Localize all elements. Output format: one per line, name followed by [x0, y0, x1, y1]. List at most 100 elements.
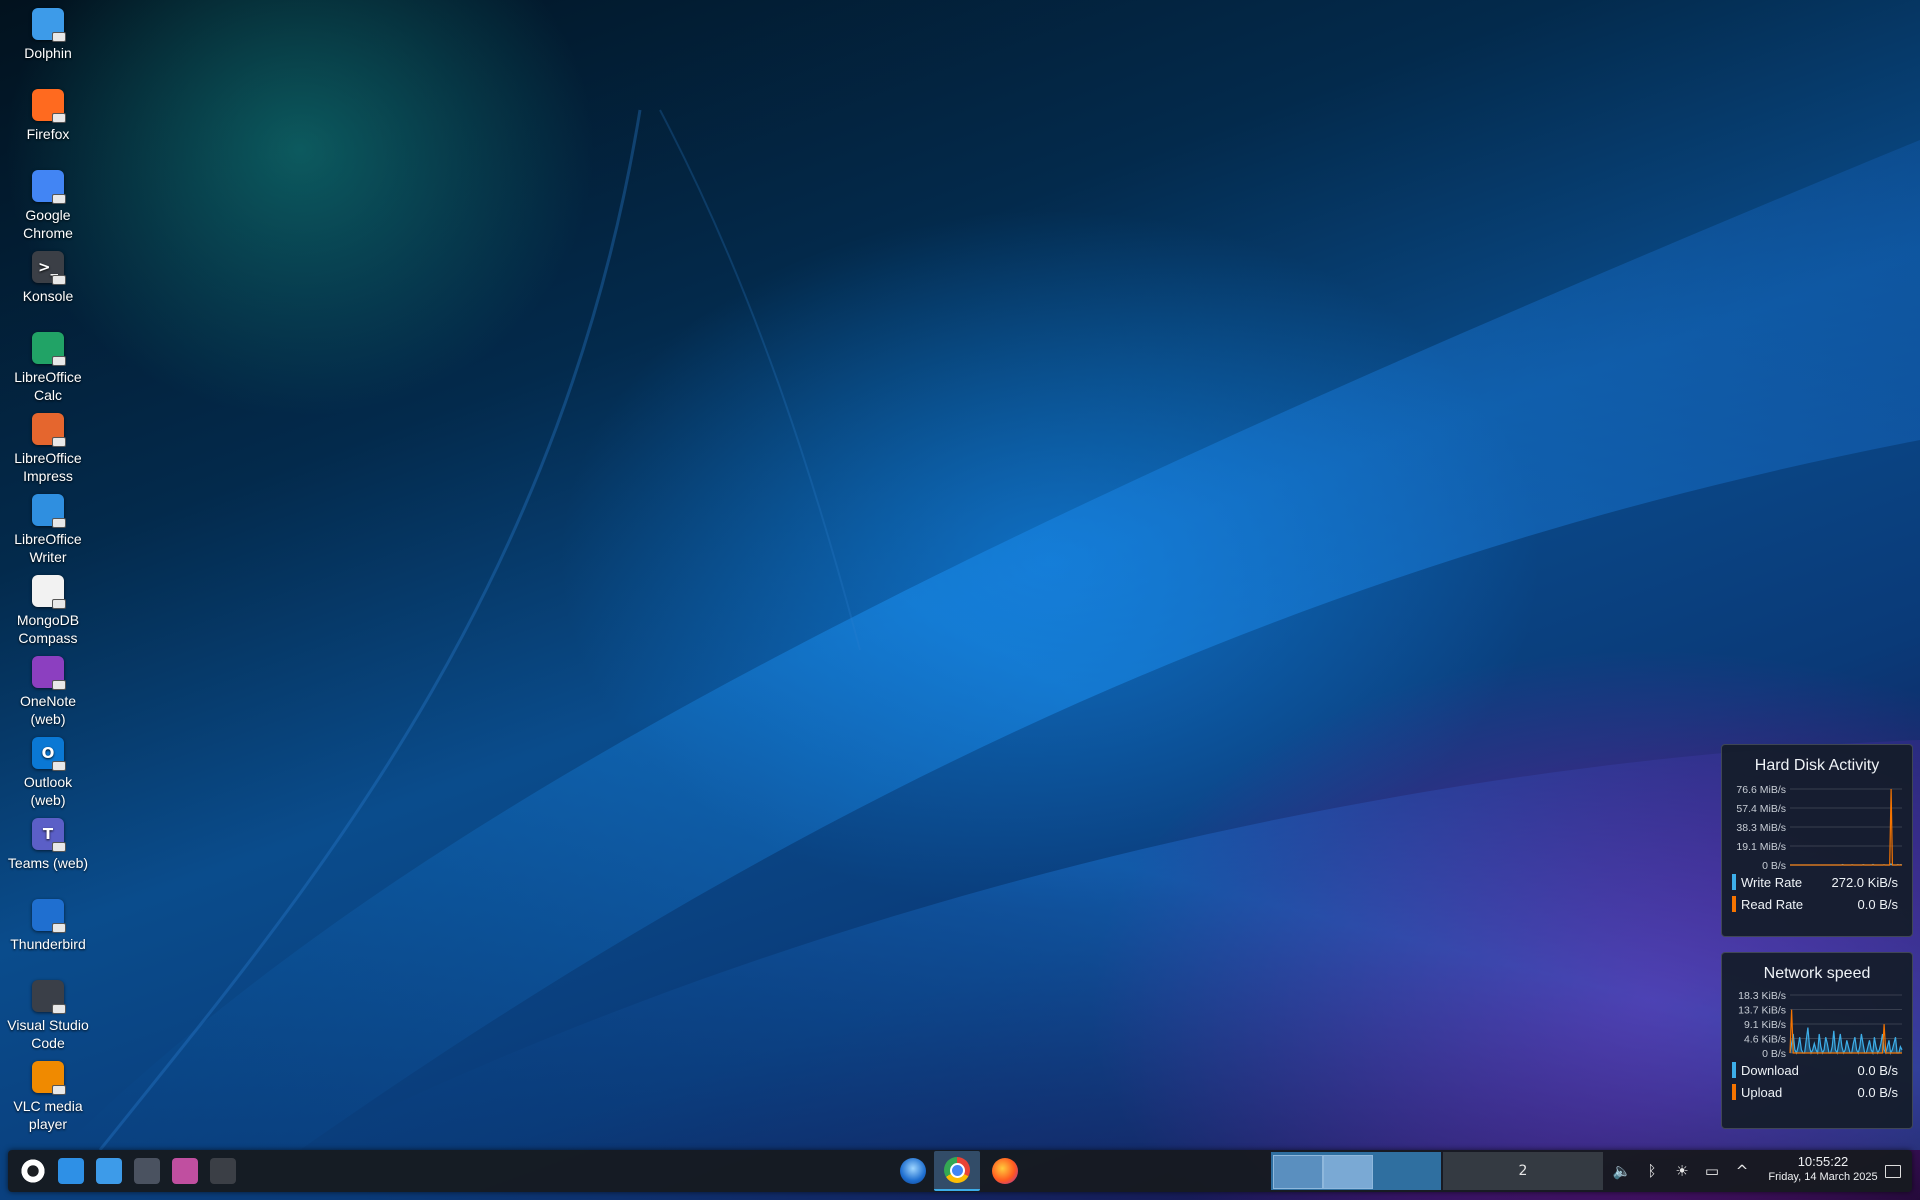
widget-title: Hard Disk Activity: [1754, 757, 1880, 774]
digital-clock[interactable]: 10:55:22 Friday, 14 March 2025: [1760, 1154, 1886, 1184]
wallpaper: [60, 109, 1920, 1151]
desktop-icon[interactable]: LibreOffice Writer: [6, 486, 90, 566]
desktop-icon[interactable]: VLC media player: [6, 1053, 90, 1133]
disk-activity-widget[interactable]: Hard Disk Activity 76.6 MiB/s 57.4 MiB/s 3…: [1721, 744, 1913, 937]
firefox-task[interactable]: [982, 1151, 1028, 1191]
desktop-icon-label: Dolphin: [24, 45, 72, 61]
expand-tray-button[interactable]: ^: [1731, 1160, 1753, 1182]
chrome-center-icon: [949, 1162, 965, 1178]
vscode-icon: [32, 980, 66, 1014]
app-launcher-launcher[interactable]: [16, 1154, 50, 1188]
volume-tray-button[interactable]: 🔈: [1611, 1160, 1633, 1182]
desktop-icon[interactable]: Firefox: [6, 81, 90, 143]
discover-launcher[interactable]: [54, 1154, 88, 1188]
mongodb-leaf-icon: [32, 575, 66, 609]
y-tick-label: 76.6 MiB/s: [1736, 784, 1786, 796]
display-tray-button[interactable]: ▭: [1701, 1160, 1723, 1182]
dolphin-launcher[interactable]: [92, 1154, 126, 1188]
chrome-task[interactable]: [934, 1151, 980, 1191]
y-tick-label: 19.1 MiB/s: [1736, 841, 1786, 853]
desktop-icon-label: LibreOffice Impress: [14, 450, 82, 484]
link-badge-icon: [52, 1085, 66, 1095]
legend-name: Upload: [1741, 1084, 1783, 1100]
link-badge-icon: [52, 842, 66, 852]
desktop-icon[interactable]: MongoDB Compass: [6, 567, 90, 647]
firefox-icon: [32, 89, 66, 123]
desktop-icon-label: Visual Studio Code: [7, 1017, 89, 1051]
desktop-icon[interactable]: Google Chrome: [6, 162, 90, 242]
network-speed-chart: 18.3 KiB/s 13.7 KiB/s 9.1 KiB/s 4.6 KiB/s 0 …: [1738, 990, 1903, 1059]
konsole-launcher[interactable]: [206, 1154, 240, 1188]
link-badge-icon: [52, 923, 66, 933]
desktop-icon-label: Google Chrome: [23, 207, 73, 241]
shopping-bag-icon: [58, 1158, 84, 1184]
folder-icon: [32, 8, 66, 42]
disk-legend: Write Rate 272.0 KiB/s Read Rate 0.0 B/s: [1722, 871, 1912, 915]
terminal-icon: >_: [32, 251, 66, 285]
link-badge-icon: [52, 518, 66, 528]
taskbar: 2 🔈 ᛒ ☀ ▭ ^ 10:55:22 Friday, 14 March 2025: [8, 1150, 1912, 1192]
thunderbird-icon: [32, 899, 66, 933]
clock-time: 10:55:22: [1797, 1154, 1849, 1169]
desktop-icon-label: OneNote (web): [19, 693, 77, 727]
desktop-icon[interactable]: LibreOffice Impress: [6, 405, 90, 485]
link-badge-icon: [52, 680, 66, 690]
legend-row: Upload 0.0 B/s: [1722, 1081, 1912, 1103]
display-icon: ▭: [1704, 1162, 1720, 1180]
legend-value: 0.0 B/s: [1857, 896, 1898, 912]
show-desktop-icon: [1885, 1164, 1901, 1178]
pager-window: [1323, 1155, 1373, 1189]
legend-row: Read Rate 0.0 B/s: [1722, 893, 1912, 915]
firefox-icon: [992, 1158, 1018, 1184]
desktop-icon[interactable]: Dolphin: [6, 0, 90, 62]
desktop-icon[interactable]: OneNote (web): [6, 648, 90, 728]
y-tick-label: 18.3 KiB/s: [1738, 990, 1786, 1002]
legend-name: Write Rate: [1741, 874, 1803, 890]
bluetooth-tray-button[interactable]: ᛒ: [1641, 1160, 1663, 1182]
desktop-icon[interactable]: T Teams (web): [6, 810, 90, 872]
link-badge-icon: [52, 1004, 66, 1014]
folder-icon: [96, 1158, 122, 1184]
sliders-icon: [134, 1158, 160, 1184]
system-settings-launcher[interactable]: [130, 1154, 164, 1188]
monitor-app-launcher[interactable]: [168, 1154, 202, 1188]
clock-date: Friday, 14 March 2025: [1768, 1171, 1878, 1183]
thunderbird-task[interactable]: [890, 1151, 936, 1191]
teams-icon: T: [32, 818, 66, 852]
legend-swatch: [1732, 1062, 1736, 1078]
desktop-icon-label: Thunderbird: [10, 936, 86, 952]
desktop-icon-label: Firefox: [26, 126, 70, 142]
y-tick-label: 9.1 KiB/s: [1744, 1019, 1786, 1031]
chrome-icon: [944, 1157, 970, 1183]
desktop-icon[interactable]: >_ Konsole: [6, 243, 90, 305]
disk-activity-chart: 76.6 MiB/s 57.4 MiB/s 38.3 MiB/s 19.1 MiB/s…: [1736, 784, 1903, 871]
legend-swatch: [1732, 874, 1736, 890]
desktop-icon[interactable]: LibreOffice Calc: [6, 324, 90, 404]
brightness-tray-button[interactable]: ☀: [1671, 1160, 1693, 1182]
network-speed-widget[interactable]: Network speed 18.3 KiB/s 13.7 KiB/s 9.1 Ki…: [1721, 952, 1913, 1129]
desktop-icon-label: LibreOffice Writer: [14, 531, 82, 565]
legend-swatch: [1732, 896, 1736, 912]
pager-desktop-2[interactable]: 2: [1443, 1152, 1603, 1190]
y-tick-label: 38.3 MiB/s: [1736, 822, 1786, 834]
kde-gear-icon: [20, 1158, 46, 1184]
pager-desktop-1[interactable]: [1271, 1152, 1441, 1190]
legend-row: Download 0.0 B/s: [1722, 1059, 1912, 1081]
desktop-icon-label: MongoDB Compass: [16, 612, 80, 646]
link-badge-icon: [52, 275, 66, 285]
desktop-icon-label: Outlook (web): [23, 774, 73, 808]
legend-row: Write Rate 272.0 KiB/s: [1722, 871, 1912, 893]
desktop-icon[interactable]: O Outlook (web): [6, 729, 90, 809]
show-desktop-button[interactable]: [1882, 1160, 1904, 1182]
bluetooth-icon: ᛒ: [1647, 1162, 1657, 1180]
desktop: Dolphin Firefox Google Chrome >_ Konsole Libr…: [0, 0, 1920, 1200]
link-badge-icon: [52, 599, 66, 609]
brightness-icon: ☀: [1675, 1162, 1689, 1180]
desktop-icon[interactable]: Thunderbird: [6, 891, 90, 953]
link-badge-icon: [52, 32, 66, 42]
document-icon: [32, 494, 66, 528]
desktop-icon[interactable]: Visual Studio Code: [6, 972, 90, 1052]
y-tick-label: 57.4 MiB/s: [1736, 803, 1786, 815]
terminal-icon: [210, 1158, 236, 1184]
virtual-desktop-pager[interactable]: 2: [1271, 1152, 1605, 1190]
